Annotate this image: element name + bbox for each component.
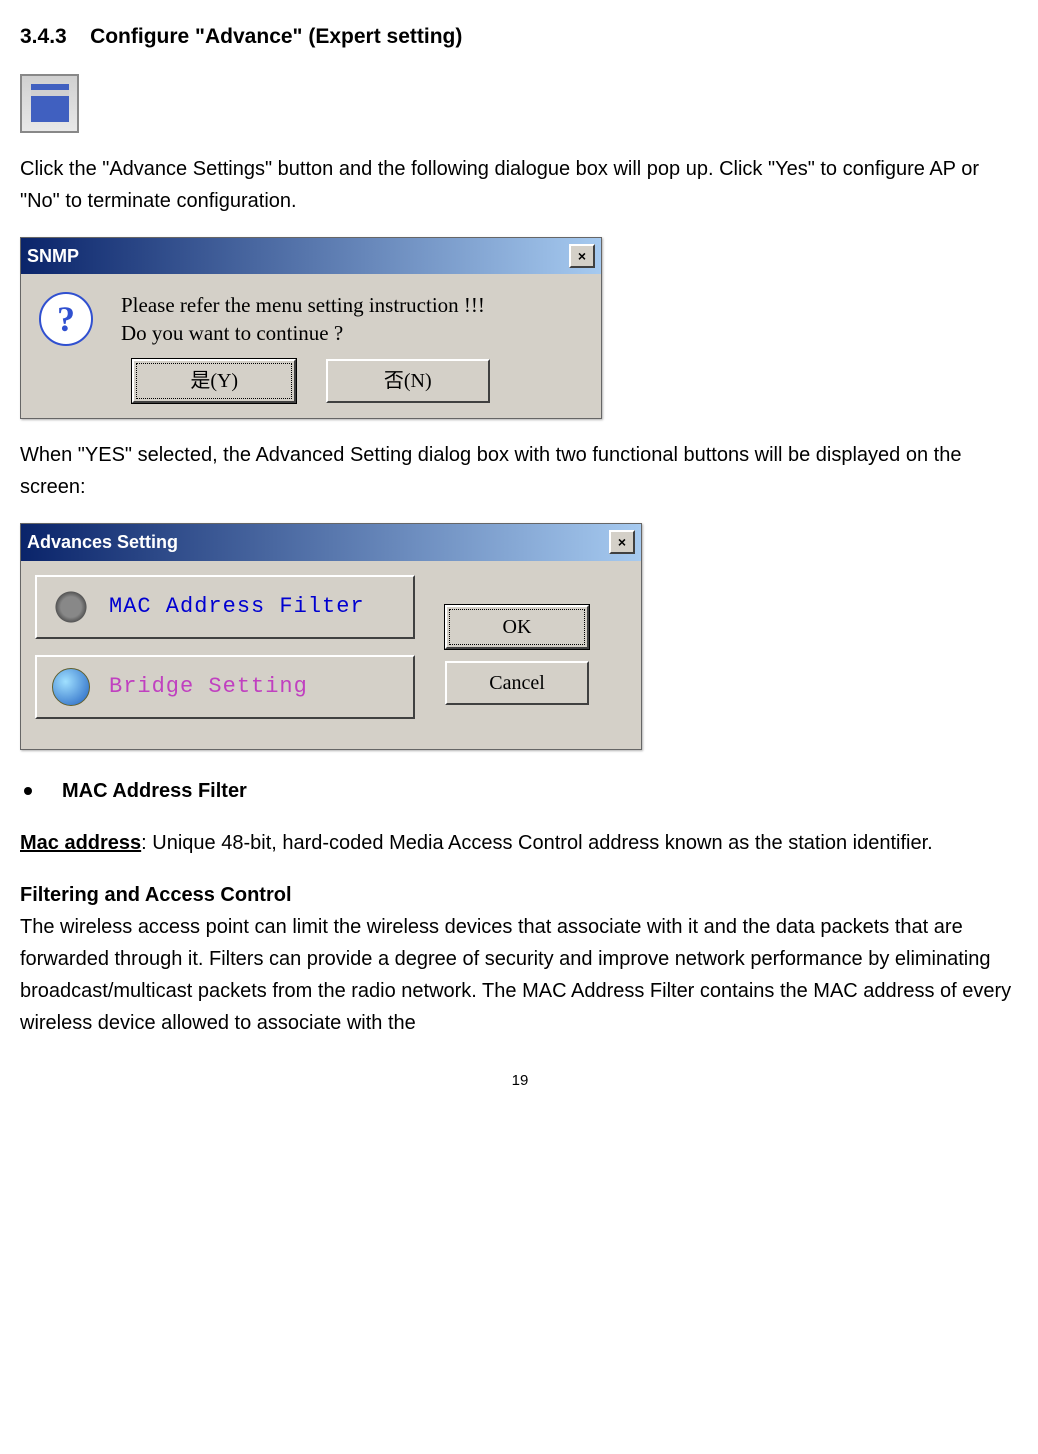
dialog2-title: Advances Setting [27,528,178,557]
dialog-line-1: Please refer the menu setting instructio… [121,292,485,319]
ok-button[interactable]: OK [445,605,589,649]
section-title: Configure "Advance" (Expert setting) [90,25,462,48]
mac-address-term: Mac address [20,832,141,854]
mac-address-filter-button[interactable]: MAC Address Filter [35,575,415,639]
section-heading: 3.4.3 Configure "Advance" (Expert settin… [20,20,1020,54]
mac-filter-label: MAC Address Filter [109,589,365,624]
dialog-line-2: Do you want to continue ? [121,320,485,347]
bullet-heading-text: MAC Address Filter [62,775,247,807]
mac-address-desc: : Unique 48-bit, hard-coded Media Access… [141,832,933,854]
bridge-label: Bridge Setting [109,669,308,704]
paragraph-1: Click the "Advance Settings" button and … [20,153,1020,217]
snmp-confirm-dialog: SNMP × ? Please refer the menu setting i… [20,237,602,419]
yes-button[interactable]: 是(Y) [132,359,296,403]
no-button[interactable]: 否(N) [326,359,490,403]
page-number: 19 [20,1069,1020,1093]
paragraph-2: When "YES" selected, the Advanced Settin… [20,439,1020,503]
cancel-button[interactable]: Cancel [445,661,589,705]
close-icon[interactable]: × [609,530,635,554]
bridge-setting-button[interactable]: Bridge Setting [35,655,415,719]
dialog-message: Please refer the menu setting instructio… [121,292,485,347]
mac-address-filter-heading: MAC Address Filter [20,775,1020,807]
dialog-titlebar: SNMP × [21,238,601,275]
filtering-heading: Filtering and Access Control [20,879,1020,911]
page-icon [31,84,69,122]
dialog-title: SNMP [27,242,79,271]
section-number: 3.4.3 [20,25,67,48]
gear-icon [51,587,91,627]
question-icon: ? [39,292,93,346]
filtering-body: The wireless access point can limit the … [20,911,1020,1039]
mac-address-definition: Mac address: Unique 48-bit, hard-coded M… [20,827,1020,859]
bullet-icon [24,787,32,795]
dialog2-titlebar: Advances Setting × [21,524,641,561]
globe-icon [51,667,91,707]
advanced-setting-dialog: Advances Setting × MAC Address Filter Br… [20,523,642,750]
advance-settings-toolbar-icon[interactable] [20,74,79,133]
close-icon[interactable]: × [569,244,595,268]
